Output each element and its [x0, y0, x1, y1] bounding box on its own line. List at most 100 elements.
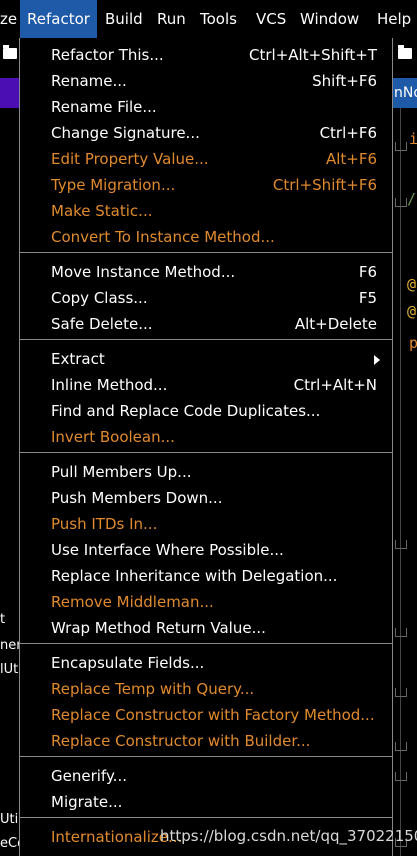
menu-item-extract[interactable]: Extract	[20, 346, 392, 372]
menu-item-label: Safe Delete...	[51, 315, 153, 333]
menu-tools[interactable]: Tools	[200, 0, 237, 38]
menu-item-remove-middleman[interactable]: Remove Middleman...	[20, 589, 392, 615]
menu-item-label: Rename...	[51, 72, 127, 90]
menu-item-push-members-down[interactable]: Push Members Down...	[20, 485, 392, 511]
menu-item-label: Replace Temp with Query...	[51, 680, 255, 698]
menu-window[interactable]: Window	[300, 0, 359, 38]
menu-item-replace-constructor-with-builder[interactable]: Replace Constructor with Builder...	[20, 728, 392, 754]
menu-item-label: Edit Property Value...	[51, 150, 209, 168]
menu-item-replace-constructor-with-factory-method[interactable]: Replace Constructor with Factory Method.…	[20, 702, 392, 728]
menu-item-push-itds-in[interactable]: Push ITDs In...	[20, 511, 392, 537]
menu-item-invert-boolean[interactable]: Invert Boolean...	[20, 424, 392, 450]
menu-item-label: Refactor This...	[51, 46, 164, 64]
menu-item-change-signature[interactable]: Change Signature... Ctrl+F6	[20, 120, 392, 146]
menu-refactor[interactable]: Refactor	[20, 0, 97, 38]
menu-item-refactor-this[interactable]: Refactor This... Ctrl+Alt+Shift+T	[20, 42, 392, 68]
fold-marker-icon[interactable]	[395, 540, 407, 549]
menu-item-label: Replace Constructor with Factory Method.…	[51, 706, 375, 724]
menu-item-label: Rename File...	[51, 98, 157, 116]
code-fragment: p	[409, 334, 417, 352]
menu-item-type-migration[interactable]: Type Migration... Ctrl+Shift+F6	[20, 172, 392, 198]
menu-item-rename-file[interactable]: Rename File...	[20, 94, 392, 120]
menu-run[interactable]: Run	[157, 0, 186, 38]
side-text: t	[0, 612, 6, 627]
menu-item-label: Migrate...	[51, 793, 123, 811]
menu-item-shortcut: F5	[358, 289, 377, 307]
fold-marker-icon[interactable]	[395, 142, 407, 151]
menu-separator	[20, 339, 392, 340]
menu-build[interactable]: Build	[105, 0, 143, 38]
menu-item-generify[interactable]: Generify...	[20, 763, 392, 789]
menu-separator	[20, 252, 392, 253]
project-selection-bar	[0, 78, 20, 108]
menu-item-label: Invert Boolean...	[51, 428, 175, 446]
menu-item-replace-temp-with-query[interactable]: Replace Temp with Query...	[20, 676, 392, 702]
menu-item-label: Use Interface Where Possible...	[51, 541, 284, 559]
menu-item-shortcut: Ctrl+Alt+N	[293, 376, 377, 394]
fold-marker-icon[interactable]	[395, 198, 407, 207]
menu-separator	[20, 817, 392, 818]
menu-separator	[20, 452, 392, 453]
menu-help[interactable]: Help	[377, 0, 411, 38]
menu-item-label: Remove Middleman...	[51, 593, 214, 611]
fold-marker-icon[interactable]	[395, 742, 407, 751]
menu-item-label: Pull Members Up...	[51, 463, 192, 481]
folder-icon[interactable]	[398, 45, 412, 59]
side-text: lUt	[0, 662, 19, 677]
menu-item-encapsulate-fields[interactable]: Encapsulate Fields...	[20, 650, 392, 676]
watermark: https://blog.csdn.net/qq_37022150	[160, 827, 417, 845]
menu-vcs[interactable]: VCS	[256, 0, 286, 38]
menu-item-label: Copy Class...	[51, 289, 148, 307]
menu-item-shortcut: F6	[358, 263, 377, 281]
menu-item-label: Generify...	[51, 767, 127, 785]
code-fragment: @	[407, 302, 417, 320]
menu-item-migrate[interactable]: Migrate...	[20, 789, 392, 815]
menu-item-label: Make Static...	[51, 202, 153, 220]
menu-item-label: Replace Inheritance with Delegation...	[51, 567, 338, 585]
menu-item-use-interface-where-possible[interactable]: Use Interface Where Possible...	[20, 537, 392, 563]
menu-item-shortcut: Alt+F6	[325, 150, 377, 168]
menu-item-safe-delete[interactable]: Safe Delete... Alt+Delete	[20, 311, 392, 337]
fold-marker-icon[interactable]	[395, 688, 407, 697]
code-fragment: @	[407, 275, 417, 293]
menu-item-shortcut: Ctrl+Shift+F6	[272, 176, 377, 194]
menu-item-label: Type Migration...	[51, 176, 176, 194]
menu-item-edit-property-value[interactable]: Edit Property Value... Alt+F6	[20, 146, 392, 172]
menu-item-wrap-method-return-value[interactable]: Wrap Method Return Value...	[20, 615, 392, 641]
menu-item-move-instance-method[interactable]: Move Instance Method... F6	[20, 259, 392, 285]
menu-item-label: Encapsulate Fields...	[51, 654, 205, 672]
menu-item-shortcut: Ctrl+F6	[319, 124, 377, 142]
code-fragment: i	[409, 130, 417, 148]
menu-item-label: Wrap Method Return Value...	[51, 619, 266, 637]
editor-tab[interactable]: nNo	[392, 78, 417, 108]
menu-item-label: Inline Method...	[51, 376, 168, 394]
left-tool-strip	[0, 38, 20, 856]
menu-item-label: Extract	[51, 350, 105, 368]
fold-marker-icon[interactable]	[395, 628, 407, 637]
fold-marker-icon[interactable]	[395, 772, 407, 781]
menu-item-migrate-to-androidx[interactable]: Migrate to AndroidX...	[20, 850, 392, 856]
submenu-arrow-icon	[374, 355, 380, 365]
menu-fragment[interactable]: ze	[0, 0, 17, 38]
menu-item-label: Find and Replace Code Duplicates...	[51, 402, 321, 420]
menu-item-copy-class[interactable]: Copy Class... F5	[20, 285, 392, 311]
menu-item-inline-method[interactable]: Inline Method... Ctrl+Alt+N	[20, 372, 392, 398]
menu-item-make-static[interactable]: Make Static...	[20, 198, 392, 224]
menu-separator	[20, 756, 392, 757]
menu-item-label: Replace Constructor with Builder...	[51, 732, 311, 750]
menu-item-find-and-replace-code-duplicates[interactable]: Find and Replace Code Duplicates...	[20, 398, 392, 424]
menu-item-convert-to-instance-method[interactable]: Convert To Instance Method...	[20, 224, 392, 250]
menu-item-rename[interactable]: Rename... Shift+F6	[20, 68, 392, 94]
menu-item-replace-inheritance-with-delegation[interactable]: Replace Inheritance with Delegation...	[20, 563, 392, 589]
menu-item-label: Push Members Down...	[51, 489, 223, 507]
menu-separator	[20, 643, 392, 644]
menu-item-label: Migrate to AndroidX...	[51, 850, 215, 856]
menu-item-label: Move Instance Method...	[51, 263, 236, 281]
menu-item-label: Change Signature...	[51, 124, 200, 142]
menu-bar: ze Refactor Build Run Tools VCS Window H…	[0, 0, 417, 38]
menu-item-label: Convert To Instance Method...	[51, 228, 275, 246]
menu-item-pull-members-up[interactable]: Pull Members Up...	[20, 459, 392, 485]
menu-item-shortcut: Shift+F6	[312, 72, 377, 90]
editor-gutter	[392, 38, 417, 856]
folder-icon[interactable]	[3, 45, 17, 59]
